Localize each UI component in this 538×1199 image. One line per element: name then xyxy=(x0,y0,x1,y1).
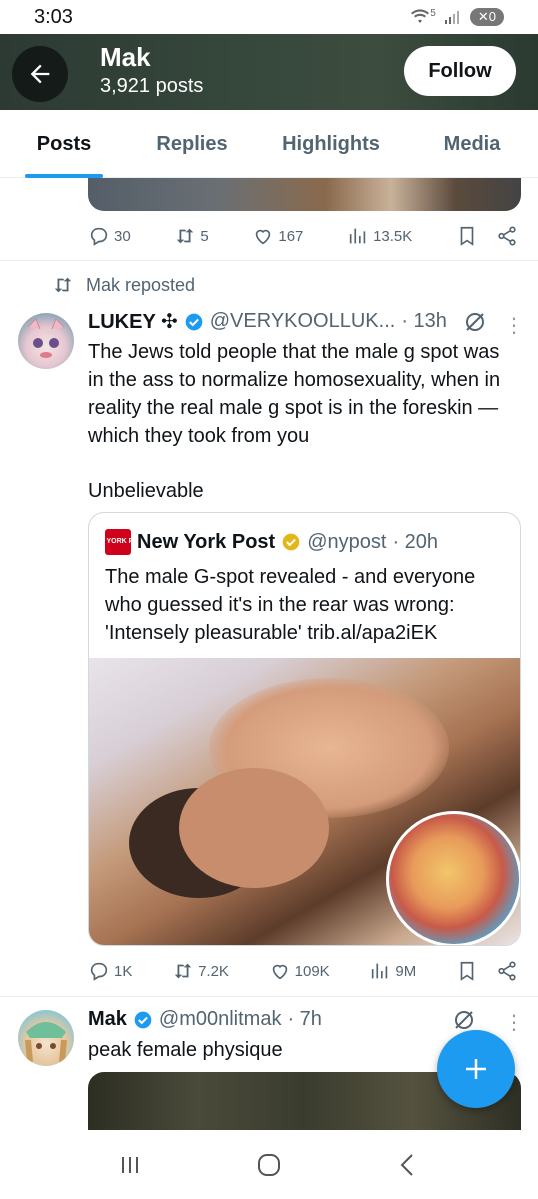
views-button[interactable]: 13.5K xyxy=(347,225,412,247)
profile-header: Mak 3,921 posts Follow xyxy=(0,34,538,110)
views-icon xyxy=(349,228,366,244)
back-nav-icon[interactable] xyxy=(394,1151,422,1179)
share-icon[interactable] xyxy=(496,960,518,982)
status-time: 3:03 xyxy=(34,5,73,28)
share-icon[interactable] xyxy=(496,225,518,247)
avatar-art xyxy=(27,318,65,358)
follow-button[interactable]: Follow xyxy=(404,46,516,96)
more-options-icon[interactable]: ⋮ xyxy=(504,313,524,338)
repost-button[interactable]: 7.2K xyxy=(172,960,229,982)
repost-icon xyxy=(54,277,72,293)
home-icon[interactable] xyxy=(255,1151,283,1179)
quote-media-image[interactable] xyxy=(89,658,520,945)
grok-icon[interactable] xyxy=(463,310,487,334)
repost-button[interactable]: 5 xyxy=(174,225,209,247)
tab-posts[interactable]: Posts xyxy=(0,110,128,178)
battery-badge: ✕0 xyxy=(469,8,504,26)
like-button[interactable]: 109K xyxy=(269,960,330,982)
grok-icon[interactable] xyxy=(452,1008,476,1032)
badge-count: 0 xyxy=(488,9,496,24)
reply-button[interactable]: 1K xyxy=(88,960,132,982)
repost-label: Mak reposted xyxy=(86,274,196,295)
plus-icon xyxy=(466,1059,486,1079)
compose-button[interactable] xyxy=(437,1030,515,1108)
bookmark-icon[interactable] xyxy=(456,960,478,982)
repost-actions: 1K 7.2K 109K 9M xyxy=(88,954,518,988)
heart-icon xyxy=(256,229,271,245)
avatar-art xyxy=(25,1022,67,1063)
quote-author-handle: @nypost xyxy=(307,530,387,553)
wifi-icon xyxy=(411,9,430,23)
tab-media[interactable]: Media xyxy=(406,110,538,178)
inset-anatomy-image xyxy=(386,811,520,945)
more-options-icon[interactable]: ⋮ xyxy=(504,1010,524,1035)
heart-icon xyxy=(272,964,287,980)
quote-header: NEW YORK POST New York Post @nypost · 20… xyxy=(89,529,439,555)
profile-tabs: Posts Replies Highlights Media xyxy=(0,110,538,178)
tweet-text: The Jews told people that the male g spo… xyxy=(88,341,501,447)
like-button[interactable]: 167 xyxy=(252,225,303,247)
repost-icon xyxy=(174,963,192,979)
avatar[interactable] xyxy=(18,1010,74,1066)
reply-button[interactable]: 30 xyxy=(88,225,131,247)
divider xyxy=(0,996,538,997)
image-region xyxy=(179,768,329,888)
quote-author-name: New York Post xyxy=(137,530,276,553)
repost-count: 5 xyxy=(200,227,209,245)
verified-badge-icon xyxy=(134,1011,152,1028)
author-handle[interactable]: @m00nlitmak xyxy=(159,1008,282,1031)
quoted-tweet[interactable]: NEW YORK POST New York Post @nypost · 20… xyxy=(88,512,521,946)
profile-name: Mak xyxy=(100,42,151,72)
nypost-logo: NEW YORK POST xyxy=(89,529,148,555)
author-handle[interactable]: @VERYKOOLLUK... xyxy=(210,310,396,333)
quote-text: The male G-spot revealed - and everyone … xyxy=(105,566,476,644)
post-count: 3,921 posts xyxy=(100,75,204,97)
status-icons: 5 ✕0 xyxy=(410,8,504,26)
verified-gold-icon xyxy=(282,533,300,551)
repost-count: 7.2K xyxy=(198,962,229,980)
views-count: 13.5K xyxy=(373,227,413,245)
status-bar: 3:03 5 ✕0 xyxy=(0,0,538,34)
previous-post-image[interactable] xyxy=(88,178,521,211)
reply-icon xyxy=(90,962,108,981)
repost-icon xyxy=(177,228,194,244)
avatar[interactable] xyxy=(18,313,74,369)
tweet-text-2: Unbelievable xyxy=(88,480,204,502)
like-count: 109K xyxy=(294,962,330,980)
header-title: Mak 3,921 posts xyxy=(100,42,203,98)
system-nav-bar xyxy=(0,1130,538,1199)
post-end-actions xyxy=(456,225,518,247)
quote-time: · 20h xyxy=(392,530,439,553)
views-icon xyxy=(372,963,388,979)
tab-replies[interactable]: Replies xyxy=(128,110,256,178)
tweet-time: · 13h xyxy=(401,310,447,332)
previous-post-actions: 30 5 167 13.5K xyxy=(88,219,518,253)
reply-count: 30 xyxy=(114,227,131,245)
author-name[interactable]: Mak xyxy=(88,1008,127,1031)
back-button[interactable] xyxy=(12,46,68,102)
tab-highlights[interactable]: Highlights xyxy=(256,110,406,178)
like-count: 167 xyxy=(278,227,304,245)
bookmark-icon[interactable] xyxy=(456,225,478,247)
tweet-header[interactable]: LUKEY ✣ @VERYKOOLLUK... · 13h xyxy=(88,309,487,334)
wifi-label: 5 xyxy=(430,7,436,19)
divider xyxy=(0,260,538,261)
reply-icon xyxy=(90,227,108,246)
views-button[interactable]: 9M xyxy=(369,960,416,982)
recent-apps-icon[interactable] xyxy=(116,1151,144,1179)
verified-badge-icon xyxy=(185,313,203,330)
signal-icon xyxy=(444,11,459,24)
views-count: 9M xyxy=(395,962,417,980)
repost-indicator[interactable]: Mak reposted xyxy=(52,274,195,296)
arrow-left-icon xyxy=(30,64,50,84)
tweet-header[interactable]: Mak @m00nlitmak · 7h xyxy=(88,1008,322,1031)
author-name[interactable]: LUKEY ✣ xyxy=(88,309,178,334)
post-end-actions xyxy=(456,960,518,982)
reply-count: 1K xyxy=(114,962,133,980)
tweet-time: · 7h xyxy=(287,1008,322,1030)
